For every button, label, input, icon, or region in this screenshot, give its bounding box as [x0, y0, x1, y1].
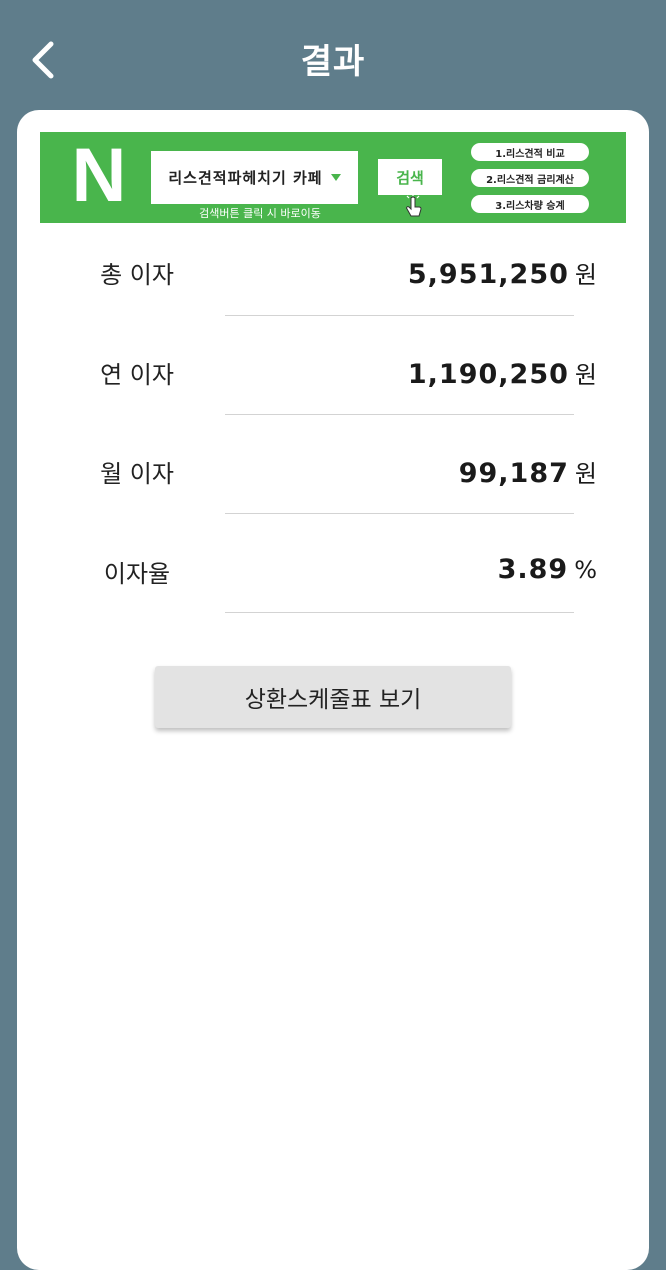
result-number: 1,190,250 — [407, 359, 569, 390]
row-divider — [225, 513, 574, 514]
result-label: 총 이자 — [100, 261, 174, 289]
result-label: 연 이자 — [100, 361, 174, 389]
result-unit: 원 — [574, 460, 597, 488]
result-row-interest-rate: 이자율 3.89% — [17, 554, 649, 654]
view-repayment-schedule-button[interactable]: 상환스케줄표 보기 — [155, 666, 511, 728]
row-divider — [225, 315, 574, 316]
banner-menu-item-2[interactable]: 2.리스견적 금리계산 — [471, 169, 589, 187]
app-header: 결과 — [0, 0, 666, 112]
result-value: 1,190,250 원 — [408, 355, 597, 390]
row-divider — [225, 414, 574, 415]
result-row-monthly-interest: 월 이자 99,187 원 — [17, 454, 649, 554]
banner-menu-item-3[interactable]: 3.리스차량 승계 — [471, 195, 589, 213]
ad-banner[interactable]: N 리스견적파헤치기 카페 검색버튼 클릭 시 바로이동 검색 1.리스견적 비… — [40, 132, 626, 223]
row-divider — [225, 612, 574, 613]
naver-logo: N — [71, 133, 127, 218]
result-row-total-interest: 총 이자 5,951,250 원 — [17, 255, 649, 355]
result-row-annual-interest: 연 이자 1,190,250 원 — [17, 355, 649, 455]
result-number: 5,951,250 — [407, 259, 569, 290]
banner-query-box[interactable]: 리스견적파헤치기 카페 — [151, 151, 358, 204]
dropdown-arrow-icon — [330, 174, 341, 181]
page-title: 결과 — [300, 42, 366, 82]
result-unit: 원 — [574, 261, 597, 289]
banner-query-text: 리스견적파헤치기 카페 — [168, 169, 323, 187]
result-label: 이자율 — [103, 560, 171, 588]
result-number: 3.89 — [497, 554, 569, 585]
result-value: 5,951,250 원 — [408, 255, 597, 290]
result-card: N 리스견적파헤치기 카페 검색버튼 클릭 시 바로이동 검색 1.리스견적 비… — [17, 110, 649, 1270]
banner-menu-item-1[interactable]: 1.리스견적 비교 — [471, 143, 589, 161]
result-unit: 원 — [574, 361, 597, 389]
result-number: 99,187 — [458, 458, 569, 489]
result-value: 3.89% — [498, 554, 597, 585]
banner-hint: 검색버튼 클릭 시 바로이동 — [199, 207, 321, 220]
banner-search-button[interactable]: 검색 — [378, 159, 442, 195]
result-label: 월 이자 — [100, 460, 174, 488]
hand-pointer-icon — [405, 194, 422, 217]
result-unit: % — [574, 556, 597, 584]
result-value: 99,187 원 — [459, 454, 597, 489]
